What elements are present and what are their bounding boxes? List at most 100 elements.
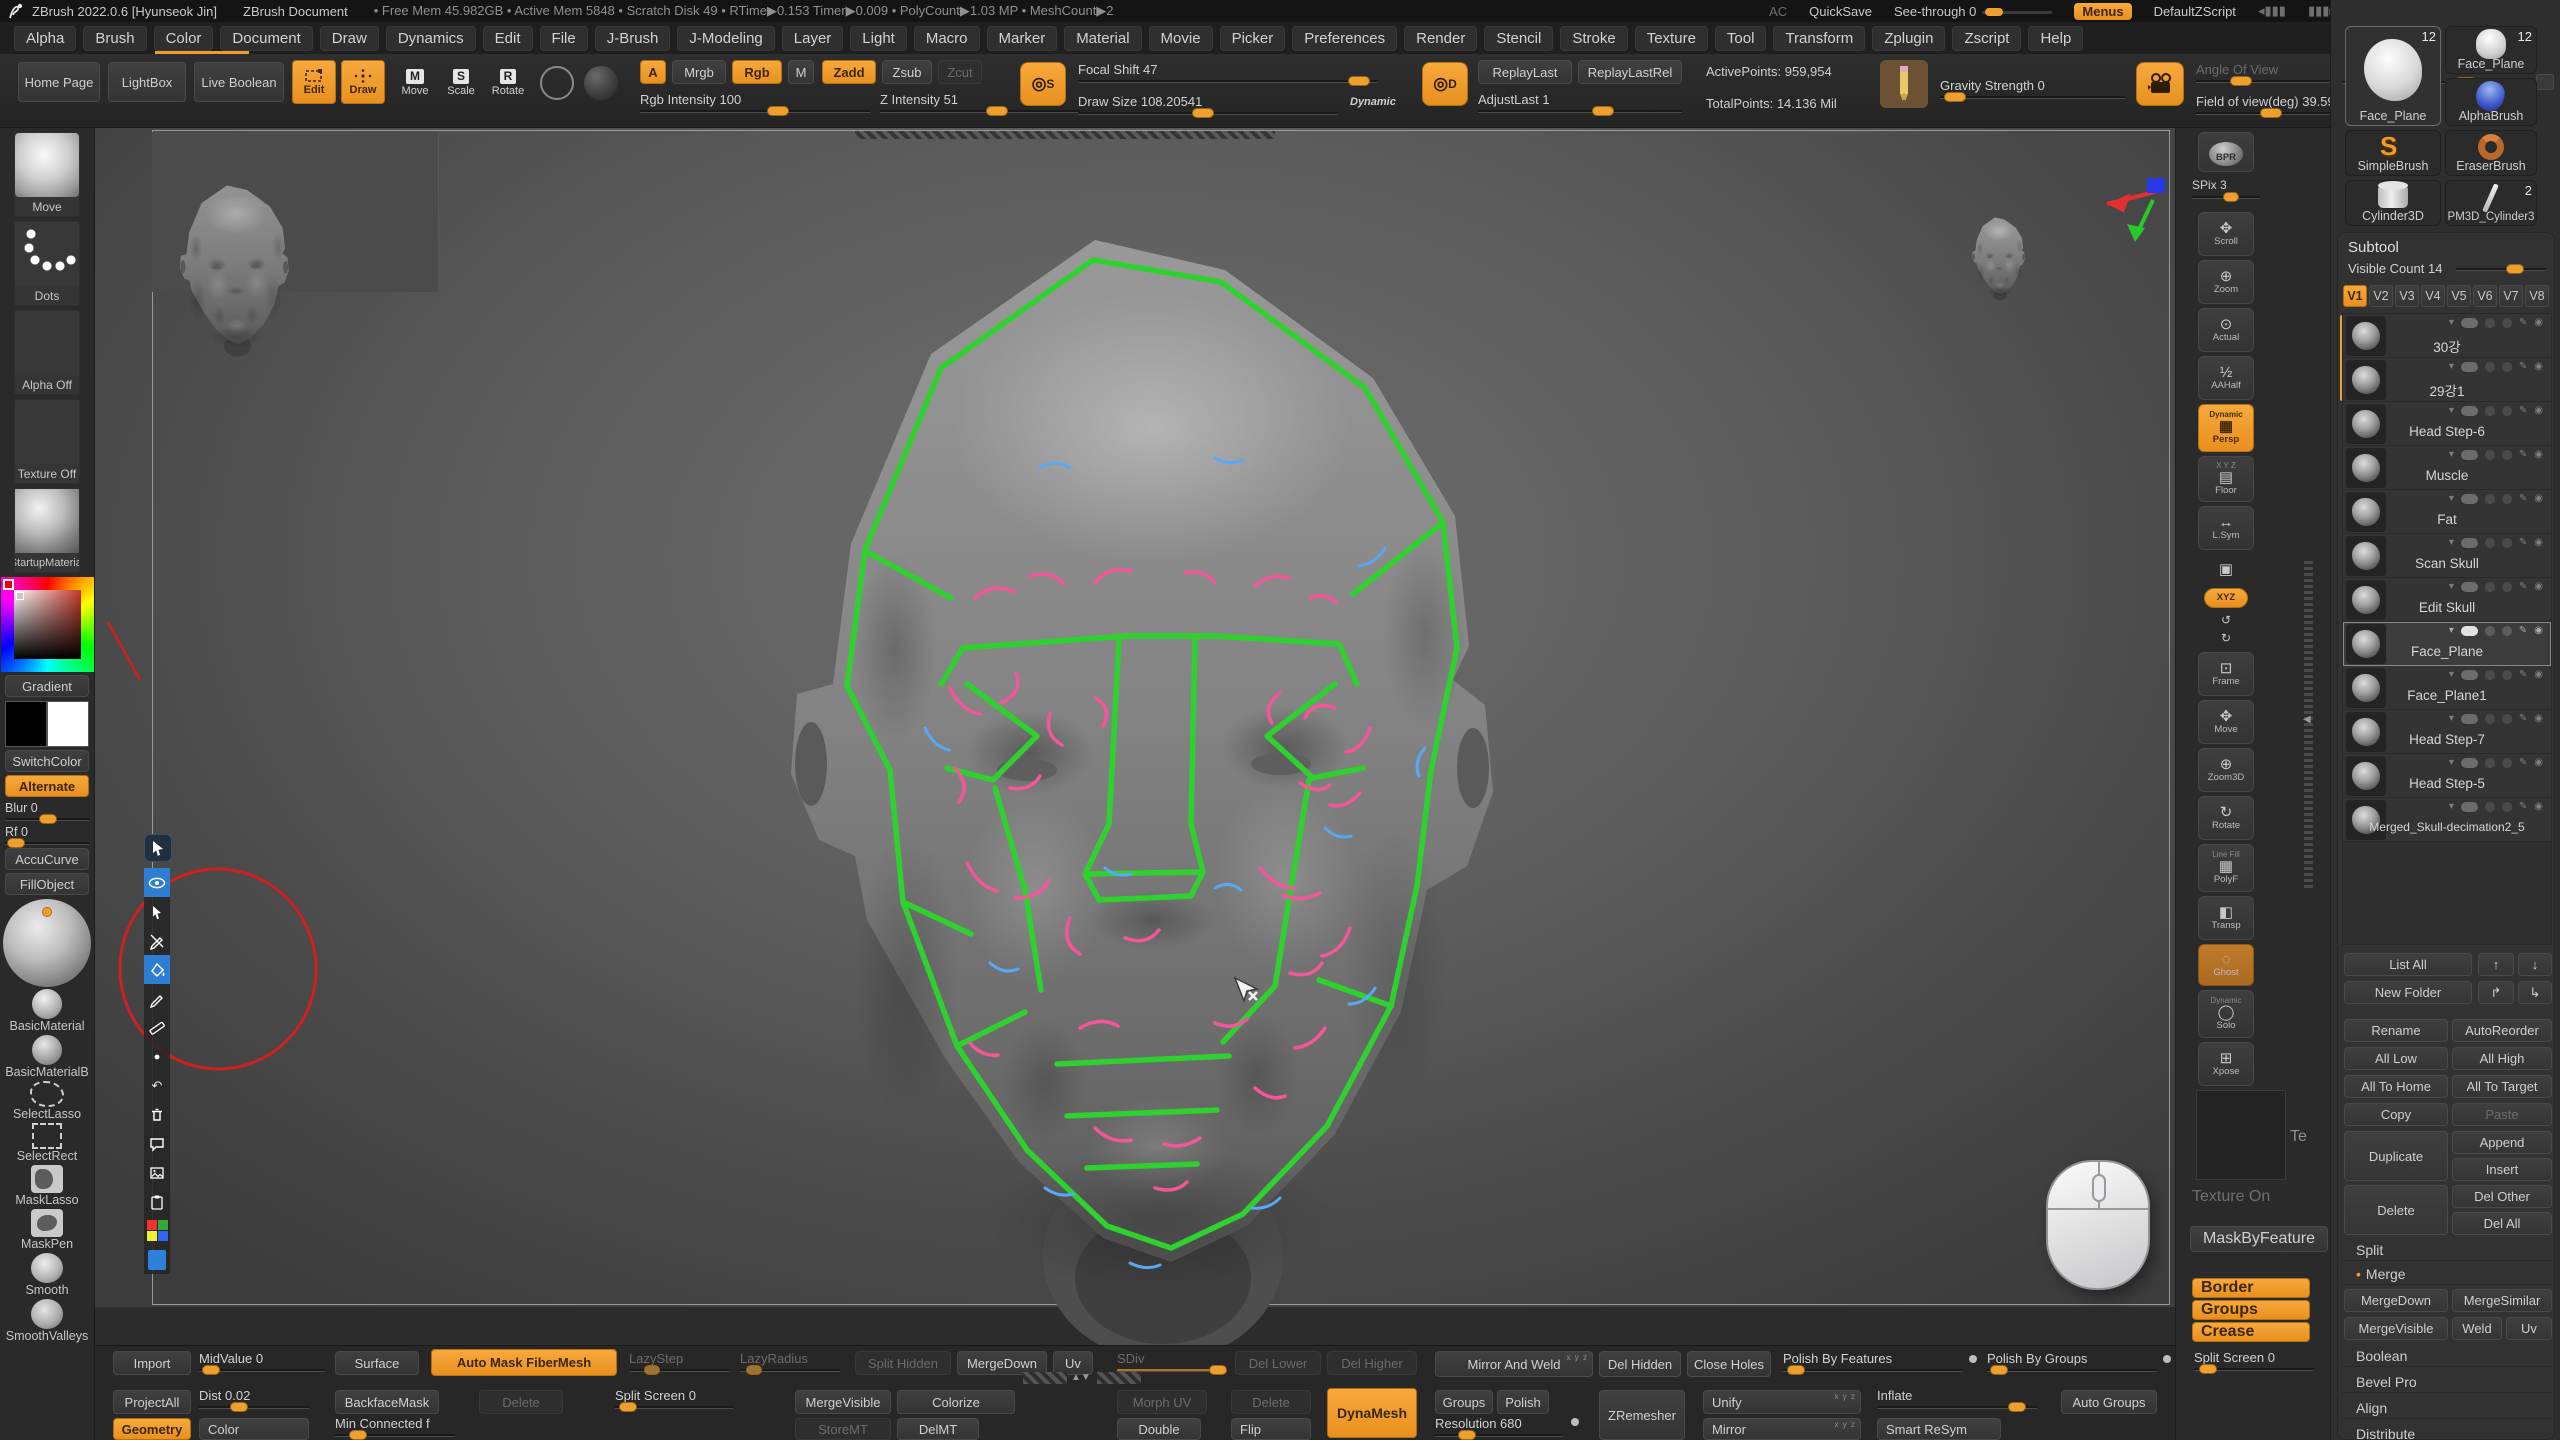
draw-size-icon[interactable]: ◎D — [1422, 62, 1468, 106]
del-other-button[interactable]: Del Other — [2452, 1185, 2552, 1208]
smart-resym-button[interactable]: Smart ReSym — [1877, 1418, 2001, 1440]
persp-button[interactable]: Dynamic▦Persp — [2198, 404, 2254, 452]
menu-stroke[interactable]: Stroke — [1560, 26, 1627, 51]
subtool-row[interactable]: ▾✎◉ Face_Plane1 — [2343, 666, 2551, 710]
focal-shift-icon[interactable]: ◎S — [1020, 62, 1066, 106]
mirror-button[interactable]: Mirrorx y z — [1703, 1418, 1861, 1440]
subtool-down-button[interactable]: ↓ — [2518, 953, 2552, 976]
del-higher-button[interactable]: Del Higher — [1327, 1351, 1417, 1375]
move-into-folder-icon[interactable]: ↳ — [2518, 981, 2552, 1004]
menu-texture[interactable]: Texture — [1635, 26, 1708, 51]
uv-button[interactable]: Uv — [2506, 1317, 2552, 1340]
subtool-row[interactable]: ▾✎◉ Head Step-7 — [2343, 710, 2551, 754]
merge-similar-button[interactable]: MergeSimilar — [2452, 1289, 2552, 1312]
tab-v3[interactable]: V3 — [2395, 285, 2419, 307]
insert-button[interactable]: Insert — [2452, 1158, 2552, 1181]
menu-document[interactable]: Document — [220, 26, 312, 51]
annotation-comment-icon[interactable] — [144, 1129, 170, 1158]
annotation-cursor-icon[interactable] — [144, 897, 170, 926]
store-mt-button[interactable]: StoreMT — [795, 1418, 891, 1440]
menu-preferences[interactable]: Preferences — [1292, 26, 1397, 51]
crease-button[interactable]: Crease — [2192, 1322, 2310, 1342]
auto-reorder-button[interactable]: AutoReorder — [2452, 1019, 2552, 1042]
lightbox-button[interactable]: LightBox — [108, 62, 186, 102]
merge-visible-button[interactable]: MergeVisible — [2344, 1317, 2448, 1340]
tool-select-rect[interactable]: SelectRect — [5, 1123, 89, 1163]
list-all-button[interactable]: List All — [2344, 953, 2472, 976]
sculpt-viewport[interactable] — [95, 128, 2175, 1345]
menu-tool[interactable]: Tool — [1715, 26, 1767, 51]
tool-mask-pen[interactable]: MaskPen — [5, 1209, 89, 1251]
material-preview-icon[interactable] — [584, 66, 618, 100]
menu-alpha[interactable]: Alpha — [14, 26, 76, 51]
gravity-pencil-icon[interactable] — [1880, 60, 1928, 108]
m-button[interactable]: M — [788, 60, 814, 84]
quicksave-button[interactable]: QuickSave — [1809, 4, 1872, 19]
gravity-strength-slider[interactable]: Gravity Strength 0 — [1940, 78, 2125, 99]
gradient-button[interactable]: Gradient — [5, 675, 89, 697]
subtool-row[interactable]: ▾✎◉ Edit Skull — [2343, 578, 2551, 622]
color-sv-square[interactable] — [14, 590, 81, 659]
subtool-row[interactable]: ▾✎◉ 30강 — [2343, 314, 2551, 358]
annotation-color-grid-icon[interactable] — [144, 1216, 170, 1245]
tab-v4[interactable]: V4 — [2421, 285, 2445, 307]
rotate-gizmo-button[interactable]: R Rotate — [486, 62, 530, 104]
distribute-section[interactable]: Distribute — [2342, 1423, 2552, 1440]
menu-file[interactable]: File — [540, 26, 588, 51]
home-page-button[interactable]: Home Page — [18, 62, 100, 102]
default-zscript-button[interactable]: DefaultZScript — [2154, 4, 2236, 19]
menu-stencil[interactable]: Stencil — [1484, 26, 1553, 51]
scale-gizmo-button[interactable]: S Scale — [440, 62, 482, 104]
zremesher-button[interactable]: ZRemesher — [1599, 1390, 1685, 1440]
menu-edit[interactable]: Edit — [483, 26, 533, 51]
replay-last-rel-button[interactable]: ReplayLastRel — [1578, 60, 1682, 84]
merge-section[interactable]: •Merge — [2342, 1263, 2552, 1285]
texture-off-thumbnail[interactable]: Texture Off — [14, 399, 80, 484]
inflate-slider[interactable]: Inflate — [1877, 1388, 2037, 1409]
replay-last-button[interactable]: ReplayLast — [1478, 60, 1572, 84]
solo-button[interactable]: Dynamic◯Solo — [2198, 990, 2254, 1038]
menu-zplugin[interactable]: Zplugin — [1872, 26, 1945, 51]
copy-button[interactable]: Copy — [2344, 1103, 2448, 1126]
mirror-and-weld-button[interactable]: Mirror And Weldx y z — [1435, 1351, 1593, 1377]
a-button[interactable]: A — [640, 60, 666, 84]
annotation-dot-icon[interactable] — [144, 1042, 170, 1071]
annotation-eye-icon[interactable] — [144, 868, 170, 897]
tool-tile-pm3d-cylinder3[interactable]: 2 PM3D_Cylinder3 — [2445, 180, 2537, 226]
floor-button[interactable]: X Y Z▤Floor — [2198, 456, 2254, 502]
menu-light[interactable]: Light — [850, 26, 907, 51]
menu-transform[interactable]: Transform — [1773, 26, 1865, 51]
document-canvas[interactable]: ↶ — [95, 128, 2175, 1345]
tab-v6[interactable]: V6 — [2473, 285, 2497, 307]
split-hidden-button[interactable]: Split Hidden — [855, 1351, 951, 1375]
all-to-target-button[interactable]: All To Target — [2452, 1075, 2552, 1098]
tool-tile-face-plane-head[interactable]: 12 Face_Plane — [2445, 26, 2537, 74]
new-folder-button[interactable]: New Folder — [2344, 981, 2472, 1004]
unify-button[interactable]: Unifyx y z — [1703, 1390, 1861, 1414]
brush-smooth[interactable]: Smooth — [5, 1253, 89, 1297]
append-button[interactable]: Append — [2452, 1131, 2552, 1154]
primary-color-swatch[interactable] — [47, 701, 89, 747]
auto-groups-button[interactable]: Auto Groups — [2061, 1390, 2157, 1414]
all-high-button[interactable]: All High — [2452, 1047, 2552, 1070]
mid-value-slider[interactable]: MidValue 0 — [199, 1351, 325, 1372]
subtool-row[interactable]: ▾✎◉ Merged_Skull-decimation2_5 — [2343, 798, 2551, 842]
delete-button-gray2[interactable]: Delete — [1231, 1390, 1311, 1414]
zsub-button[interactable]: Zsub — [882, 60, 932, 84]
bpr-button[interactable]: BPR — [2198, 132, 2254, 172]
subtool-row[interactable]: ▾✎◉ Muscle — [2343, 446, 2551, 490]
merge-down-button[interactable]: MergeDown — [2344, 1289, 2448, 1312]
rf-slider[interactable]: Rf 0 — [5, 825, 89, 845]
project-all-button[interactable]: ProjectAll — [113, 1390, 191, 1414]
panel-corner-box[interactable] — [2536, 74, 2554, 90]
ghost-button[interactable]: ◌Ghost — [2198, 944, 2254, 986]
tray-collapse-icon[interactable]: ◀ — [2303, 714, 2311, 725]
tray-arrows[interactable]: ▲▼ — [1071, 1372, 1091, 1383]
auto-mask-fibermesh-button[interactable]: Auto Mask FiberMesh — [431, 1349, 617, 1376]
menu-movie[interactable]: Movie — [1149, 26, 1213, 51]
annotation-image-icon[interactable] — [144, 1158, 170, 1187]
double-button[interactable]: Double — [1117, 1418, 1201, 1440]
tray-hatch-right[interactable] — [1097, 1372, 1141, 1384]
tool-mask-lasso[interactable]: MaskLasso — [5, 1165, 89, 1207]
scroll-button[interactable]: ✥Scroll — [2198, 212, 2254, 256]
